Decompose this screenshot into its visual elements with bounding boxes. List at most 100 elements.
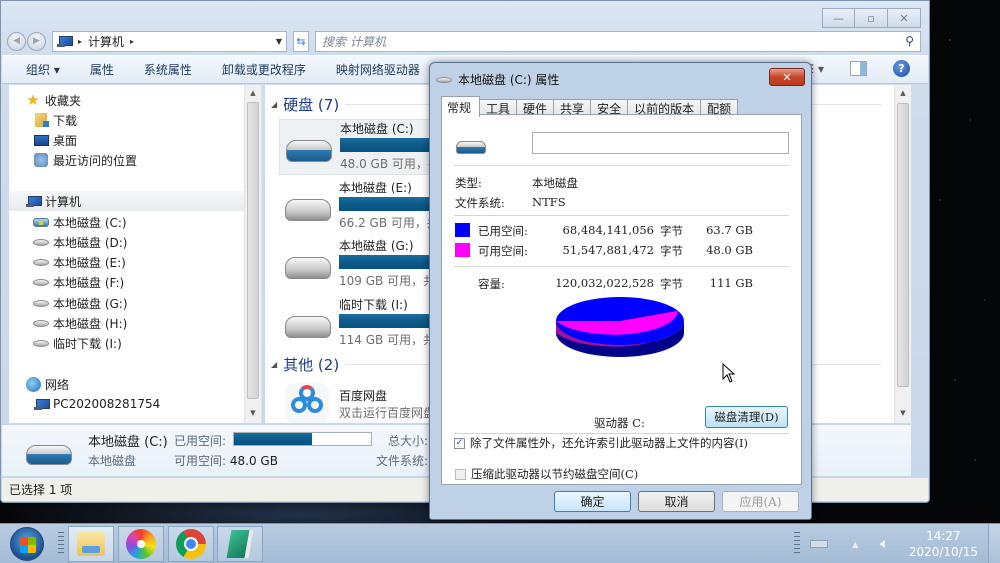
sidebar-item-drive-d[interactable]: 本地磁盘 (D:) — [33, 232, 244, 252]
sidebar-item-label: 本地磁盘 (F:) — [53, 275, 125, 290]
sidebar-item-drive-i[interactable]: 临时下载 (I:) — [33, 333, 244, 353]
scroll-down-icon[interactable]: ▼ — [895, 409, 911, 417]
sidebar-item-label: PC202008281754 — [53, 397, 161, 411]
sidebar-item-drive-c[interactable]: 本地磁盘 (C:) — [33, 212, 244, 232]
drive-name: 本地磁盘 (G:) — [339, 239, 414, 253]
close-button[interactable]: ✕ — [888, 8, 921, 28]
help-icon[interactable]: ? — [893, 60, 910, 77]
bytes-unit: 字节 — [660, 244, 683, 258]
drive-tile-g[interactable]: 本地磁盘 (G:) 109 GB 可用，共 — [279, 237, 443, 293]
sidebar-item-drive-g[interactable]: 本地磁盘 (G:) — [33, 293, 244, 313]
taskbar-explorer[interactable] — [68, 526, 114, 562]
back-button[interactable]: ◀ — [7, 31, 26, 51]
hard-drive-icon — [33, 278, 49, 286]
drive-label-input[interactable] — [532, 132, 789, 154]
disk-cleanup-button[interactable]: 磁盘清理(D) — [705, 406, 788, 428]
forward-arrow-icon: ▶ — [33, 36, 40, 46]
sidebar-item-drive-f[interactable]: 本地磁盘 (F:) — [33, 272, 244, 292]
scrollbar-thumb[interactable] — [247, 102, 259, 399]
ok-button[interactable]: 确定 — [554, 491, 631, 512]
chrome-icon — [176, 529, 206, 559]
dialog-close-button[interactable]: ✕ — [769, 68, 805, 86]
compress-drive-option[interactable]: 压缩此驱动器以节约磁盘空间(C) — [455, 466, 638, 482]
address-bar[interactable]: ▸ 计算机 ▸ ▼ — [52, 30, 287, 52]
breadcrumb-separator-icon[interactable]: ▸ — [78, 37, 82, 46]
type-value: 本地磁盘 — [532, 176, 578, 190]
content-scrollbar[interactable]: ▲ ▼ — [894, 85, 911, 423]
preview-pane-icon[interactable] — [850, 61, 867, 76]
sidebar-item-label: 本地磁盘 (G:) — [53, 296, 128, 311]
pinwheel-app-icon — [126, 529, 156, 559]
taskbar-chrome[interactable] — [168, 526, 214, 562]
sidebar-item-network[interactable]: 网络 — [25, 374, 244, 394]
app-description: 双击运行百度网盘 — [339, 406, 436, 420]
breadcrumb-computer[interactable]: 计算机 — [88, 33, 124, 50]
cancel-button[interactable]: 取消 — [638, 491, 715, 512]
sidebar-item-desktop[interactable]: 桌面 — [33, 130, 244, 150]
drive-properties-dialog: 本地磁盘 (C:) 属性 ✕ 常规 工具 硬件 共享 安全 以前的版本 配额 类… — [429, 62, 812, 520]
start-button[interactable] — [10, 527, 44, 561]
keyboard-icon[interactable] — [810, 540, 829, 548]
forward-button[interactable]: ▶ — [27, 31, 46, 51]
collapse-icon[interactable]: ◢ — [271, 100, 277, 109]
hard-drive-icon — [285, 199, 331, 221]
sidebar-item-label: 本地磁盘 (C:) — [53, 215, 127, 230]
drive-tile-c[interactable]: 本地磁盘 (C:) 48.0 GB 可用，共 — [279, 119, 448, 175]
properties-button[interactable]: 属性 — [90, 61, 114, 78]
scrollbar-thumb[interactable] — [897, 103, 909, 387]
drive-tile-e[interactable]: 本地磁盘 (E:) 66.2 GB 可用，共 — [279, 179, 449, 235]
organize-button[interactable]: 组织 ▾ — [26, 61, 60, 78]
refresh-button[interactable]: ⇆ — [293, 30, 309, 52]
sidebar-item-downloads[interactable]: 下载 — [33, 110, 244, 130]
group-title: 其他 (2) — [283, 355, 340, 374]
taskbar-grip[interactable] — [58, 532, 64, 556]
scroll-up-icon[interactable]: ▲ — [895, 89, 911, 97]
system-properties-button[interactable]: 系统属性 — [144, 61, 192, 78]
details-usage-bar — [233, 432, 372, 446]
breadcrumb-separator-icon[interactable]: ▸ — [130, 37, 134, 46]
scroll-down-icon[interactable]: ▼ — [245, 409, 261, 417]
volume-icon[interactable]: 🔈︎ — [880, 536, 888, 552]
uninstall-program-button[interactable]: 卸载或更改程序 — [222, 61, 306, 78]
maximize-button[interactable]: ▫ — [855, 8, 888, 28]
group-header-hard-disks[interactable]: ◢ 硬盘 (7) — [271, 94, 339, 114]
sidebar-item-computer[interactable]: 计算机 — [9, 191, 244, 211]
address-dropdown-icon[interactable]: ▼ — [276, 37, 282, 46]
free-space-label: 可用空间: — [478, 244, 528, 258]
divider — [454, 266, 789, 267]
drive-name: 本地磁盘 (E:) — [339, 181, 412, 195]
navigation-scrollbar[interactable]: ▲ ▼ — [244, 85, 261, 423]
taskbar-pinwheel-app[interactable] — [118, 526, 164, 562]
sidebar-item-drive-h[interactable]: 本地磁盘 (H:) — [33, 313, 244, 333]
sidebar-item-drive-e[interactable]: 本地磁盘 (E:) — [33, 252, 244, 272]
apply-button[interactable]: 应用(A) — [722, 491, 799, 512]
app-name: 百度网盘 — [339, 389, 388, 403]
drive-name: 临时下载 (I:) — [339, 298, 408, 312]
scroll-up-icon[interactable]: ▲ — [245, 89, 261, 97]
search-icon[interactable]: ⚲ — [905, 34, 914, 48]
sidebar-item-recent-places[interactable]: 最近访问的位置 — [33, 150, 244, 170]
sidebar-item-label: 桌面 — [53, 133, 78, 148]
drive-tile-i[interactable]: 临时下载 (I:) 114 GB 可用，共 — [279, 296, 449, 352]
index-contents-option[interactable]: ✓ 除了文件属性外，还允许索引此驱动器上文件的内容(I) — [454, 435, 748, 451]
search-input[interactable]: 搜索 计算机 ⚲ — [315, 30, 921, 52]
clock[interactable]: 14:27 2020/10/15 — [909, 528, 978, 560]
map-network-drive-button[interactable]: 映射网络驱动器 — [336, 61, 420, 78]
group-header-other[interactable]: ◢ 其他 (2) — [271, 354, 339, 374]
star-icon: ★ — [26, 90, 40, 109]
tray-grip[interactable] — [794, 532, 801, 556]
baidu-netdisk-icon — [285, 383, 329, 423]
dialog-title-bar[interactable]: 本地磁盘 (C:) 属性 — [436, 71, 559, 88]
index-checkbox[interactable]: ✓ — [454, 437, 465, 449]
show-hidden-icons-icon[interactable]: ▲ — [852, 540, 858, 549]
tab-general[interactable]: 常规 — [441, 96, 481, 117]
show-desktop-button[interactable] — [988, 524, 1000, 563]
minimize-button[interactable]: — — [822, 8, 855, 28]
collapse-icon[interactable]: ◢ — [271, 360, 277, 369]
desktop-icon — [33, 134, 49, 146]
compress-checkbox[interactable] — [455, 468, 466, 480]
sidebar-item-favorites[interactable]: ★ 收藏夹 — [25, 90, 244, 110]
taskbar-notes-app[interactable] — [217, 526, 263, 562]
used-space-label: 已用空间: — [478, 224, 528, 238]
sidebar-item-network-pc[interactable]: PC202008281754 — [33, 394, 244, 414]
